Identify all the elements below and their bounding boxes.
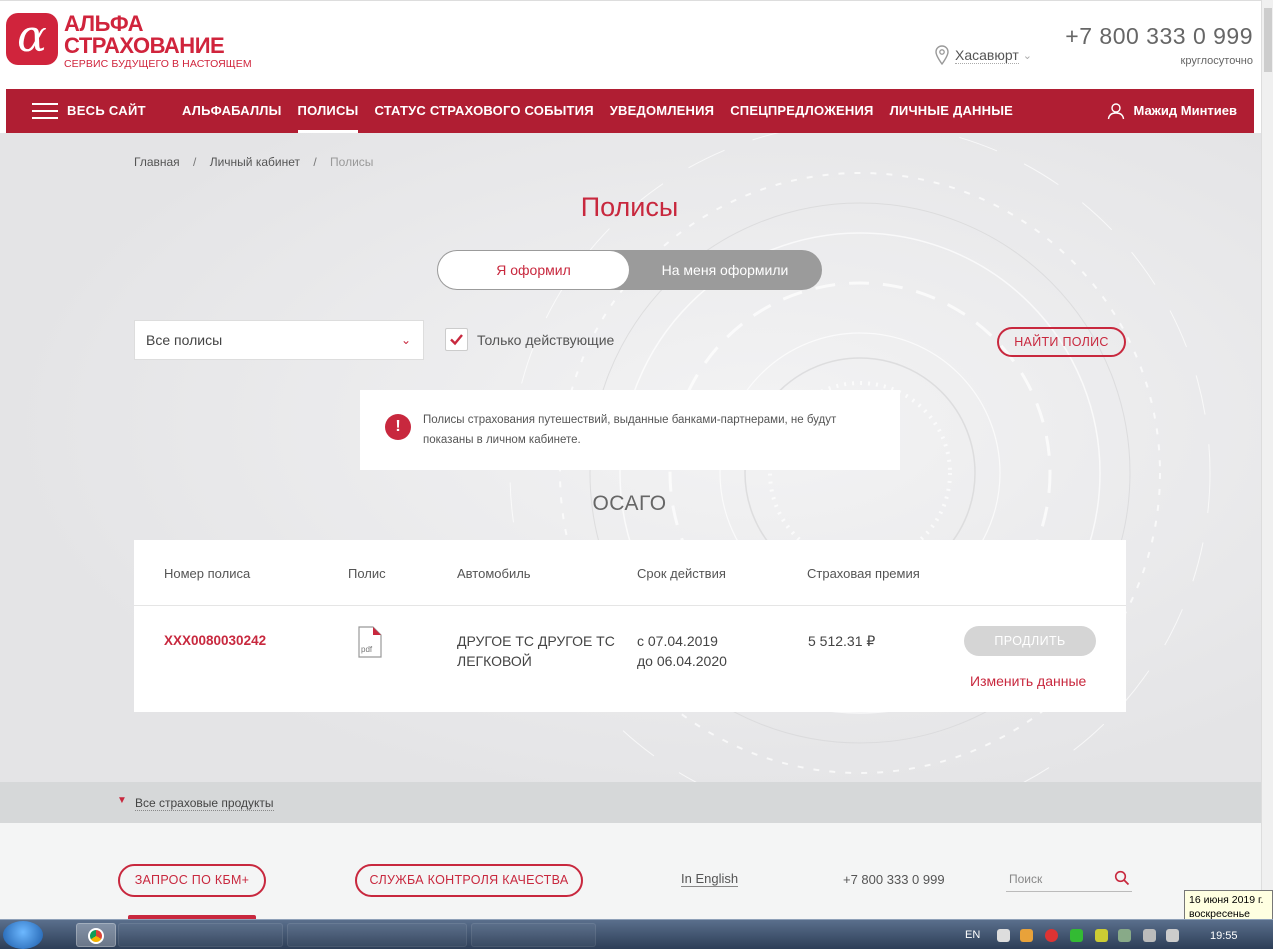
table-header: Номер полиса Полис Автомобиль Срок дейст… [134, 540, 1126, 606]
car-line1: ДРУГОЕ ТС ДРУГОЕ ТС [457, 633, 615, 649]
table-row: XXX0080030242 pdf ДРУГОЕ ТС ДРУГОЕ ТС ЛЕ… [134, 606, 1126, 712]
taskbar-clock[interactable]: 19:55 [1210, 930, 1238, 942]
logo-name-line2: СТРАХОВАНИЕ [64, 33, 225, 58]
chrome-icon [88, 928, 104, 944]
section-title-osago: ОСАГО [592, 492, 667, 515]
nav-item-special-offers[interactable]: СПЕЦПРЕДЛОЖЕНИЯ [722, 89, 881, 133]
toggle-policies-for-me[interactable]: На меня оформили [629, 251, 821, 289]
column-header-policy: Полис [348, 566, 386, 581]
policy-type-select[interactable]: Все полисы ⌄ [134, 320, 424, 360]
column-header-number: Номер полиса [164, 566, 251, 581]
site-header: α АЛЬФА СТРАХОВАНИЕ СЕРВИС БУДУЩЕГО В НА… [0, 0, 1273, 89]
main-content: Главная / Личный кабинет / Полисы Полисы… [0, 133, 1273, 782]
phone-note: круглосуточно [1180, 55, 1253, 67]
user-menu[interactable]: Мажид Минтиев [1107, 89, 1237, 133]
nav-item-personal-data[interactable]: ЛИЧНЫЕ ДАННЫЕ [882, 89, 1021, 133]
hamburger-menu-icon[interactable] [32, 103, 58, 119]
date-line1: 16 июня 2019 г. [1189, 894, 1264, 906]
breadcrumb-separator: / [193, 155, 197, 169]
alert-text: Полисы страхования путешествий, выданные… [423, 414, 837, 446]
only-active-checkbox[interactable] [445, 328, 468, 351]
nav-item-alfaballs[interactable]: АЛЬФАБАЛЛЫ [174, 89, 290, 133]
logo-text: АЛЬФА СТРАХОВАНИЕ СЕРВИС БУДУЩЕГО В НАСТ… [64, 13, 252, 70]
site-footer: ЗАПРОС ПО КБМ+ СЛУЖБА КОНТРОЛЯ КАЧЕСТВА … [0, 823, 1261, 919]
period-from: с 07.04.2019 [637, 633, 718, 649]
city-name: Хасавюрт [955, 46, 1019, 64]
kbm-request-button[interactable]: ЗАПРОС ПО КБМ+ [118, 864, 266, 897]
breadcrumb-separator: / [313, 155, 317, 169]
search-icon[interactable] [1114, 870, 1130, 886]
column-header-car: Автомобиль [457, 566, 531, 581]
breadcrumb-cabinet[interactable]: Личный кабинет [210, 155, 300, 169]
nav-item-claim-status[interactable]: СТАТУС СТРАХОВОГО СОБЫТИЯ [366, 89, 601, 133]
tray-app-icon[interactable] [1095, 929, 1108, 942]
quality-control-button[interactable]: СЛУЖБА КОНТРОЛЯ КАЧЕСТВА [355, 864, 583, 897]
pdf-download-icon[interactable]: pdf [358, 626, 382, 661]
volume-icon[interactable] [997, 929, 1010, 942]
all-products-label[interactable]: Все страховые продукты [135, 796, 274, 811]
only-active-label[interactable]: Только действующие [477, 332, 614, 348]
main-nav: ВЕСЬ САЙТ АЛЬФАБАЛЛЫ ПОЛИСЫ СТАТУС СТРАХ… [6, 89, 1254, 133]
pdf-label: pdf [361, 645, 373, 654]
logo[interactable]: α АЛЬФА СТРАХОВАНИЕ СЕРВИС БУДУЩЕГО В НА… [6, 13, 252, 70]
user-icon [1108, 103, 1125, 120]
page-scrollbar[interactable] [1261, 0, 1273, 919]
nav-menu: АЛЬФАБАЛЛЫ ПОЛИСЫ СТАТУС СТРАХОВОГО СОБЫ… [174, 89, 1021, 133]
column-header-period: Срок действия [637, 566, 726, 581]
taskbar-item-blurred[interactable] [287, 923, 467, 947]
policies-table: Номер полиса Полис Автомобиль Срок дейст… [134, 540, 1126, 712]
breadcrumb-home[interactable]: Главная [134, 155, 180, 169]
scrollbar-thumb[interactable] [1264, 8, 1272, 72]
breadcrumb: Главная / Личный кабинет / Полисы [134, 155, 373, 169]
period-to: до 06.04.2020 [637, 653, 727, 669]
taskbar-item-blurred[interactable] [471, 923, 596, 947]
checkmark-icon [450, 334, 463, 346]
find-policy-button[interactable]: НАЙТИ ПОЛИС [997, 327, 1126, 357]
tray-app-icon[interactable] [1070, 929, 1083, 942]
city-selector[interactable]: Хасавюрт ⌄ [935, 45, 1032, 65]
tray-app-icon[interactable] [1020, 929, 1033, 942]
policy-owner-toggle: Я оформил На меня оформили [437, 250, 822, 290]
all-site-link[interactable]: ВЕСЬ САЙТ [67, 103, 146, 118]
location-pin-icon [935, 45, 949, 65]
period-cell: с 07.04.2019 до 06.04.2020 [637, 631, 727, 671]
tray-app-icon[interactable] [1143, 929, 1156, 942]
footer-phone[interactable]: +7 800 333 0 999 [843, 872, 945, 887]
tray-app-icon[interactable] [1118, 929, 1131, 942]
search-placeholder: Поиск [1009, 872, 1043, 886]
chevron-down-icon: ▼ [117, 795, 127, 806]
toggle-my-policies[interactable]: Я оформил [438, 251, 629, 289]
premium-value: 5 512.31 ₽ [808, 633, 876, 649]
logo-tagline: СЕРВИС БУДУЩЕГО В НАСТОЯЩЕМ [64, 58, 252, 70]
language-indicator[interactable]: EN [965, 929, 980, 941]
taskbar-item-blurred[interactable] [118, 923, 283, 947]
breadcrumb-current: Полисы [330, 155, 374, 169]
taskbar-chrome-button[interactable] [76, 923, 116, 947]
chevron-down-icon: ⌄ [1022, 49, 1032, 62]
nav-item-notifications[interactable]: УВЕДОМЛЕНИЯ [602, 89, 722, 133]
edit-data-link[interactable]: Изменить данные [970, 673, 1086, 689]
start-button-icon[interactable] [3, 921, 43, 949]
header-phone[interactable]: +7 800 333 0 999 [1065, 23, 1253, 50]
chevron-down-icon: ⌄ [400, 333, 411, 347]
page-title: Полисы [580, 192, 679, 222]
user-name: Мажид Минтиев [1133, 103, 1237, 118]
info-alert: ! Полисы страхования путешествий, выданн… [360, 390, 900, 470]
nav-item-policies[interactable]: ПОЛИСЫ [290, 89, 367, 133]
policy-number-link[interactable]: XXX0080030242 [164, 633, 266, 648]
policy-type-select-value: Все полисы [146, 332, 223, 348]
windows-taskbar: EN 19:55 [0, 919, 1273, 949]
network-icon[interactable] [1166, 929, 1179, 942]
alfa-logo-icon: α [6, 13, 58, 65]
column-header-premium: Страховая премия [807, 566, 920, 581]
exclamation-icon: ! [385, 414, 411, 440]
english-link[interactable]: In English [681, 871, 739, 887]
car-line2: ЛЕГКОВОЙ [457, 653, 532, 669]
all-products-bar[interactable]: ▼ Все страховые продукты [0, 782, 1261, 823]
logo-name-line1: АЛЬФА [64, 11, 144, 36]
opera-icon[interactable] [1045, 929, 1058, 942]
car-cell: ДРУГОЕ ТС ДРУГОЕ ТС ЛЕГКОВОЙ [457, 631, 617, 671]
search-input[interactable]: Поиск [1006, 866, 1132, 892]
renew-button[interactable]: ПРОДЛИТЬ [964, 626, 1096, 656]
